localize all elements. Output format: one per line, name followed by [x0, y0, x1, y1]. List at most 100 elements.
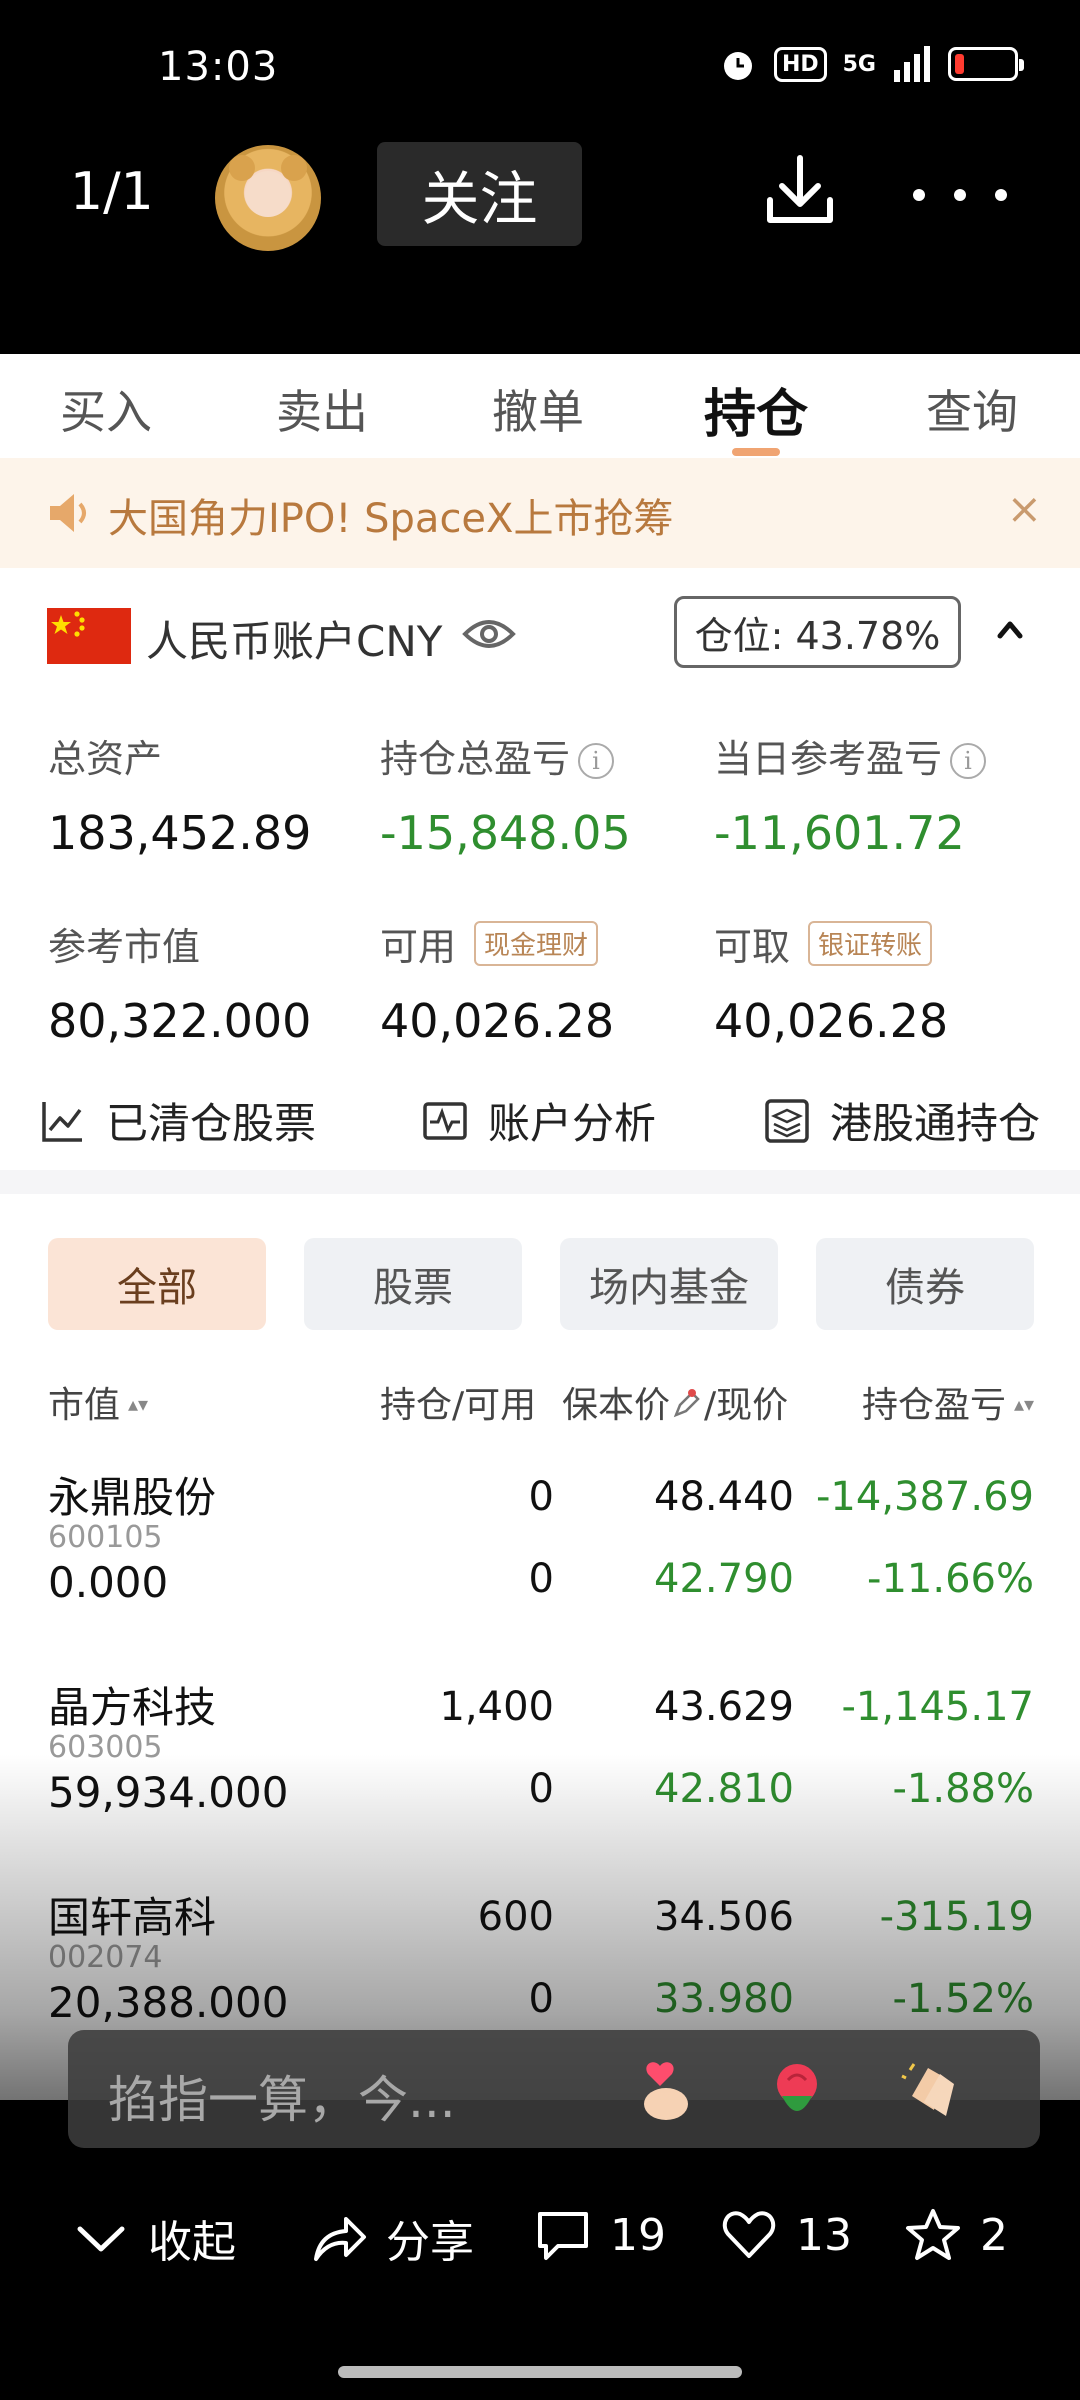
like-button[interactable]: 13 — [720, 2206, 852, 2264]
stock-market-value: 59,934.000 — [48, 1768, 289, 1817]
finger-heart-emoji-icon[interactable] — [630, 2056, 700, 2126]
position-ratio-badge: 仓位: 43.78% — [674, 596, 961, 668]
cleared-stocks-label: 已清仓股票 — [106, 1099, 317, 1148]
promo-banner[interactable]: 大国角力IPO! SpaceX上市抢筹 × — [0, 458, 1080, 568]
filter-all[interactable]: 全部 — [48, 1238, 266, 1330]
more-icon[interactable] — [912, 188, 1008, 202]
comment-bar[interactable]: 掐指一算，今... — [68, 2030, 1040, 2148]
header-pnl[interactable]: 持仓盈亏 ▴▾ — [862, 1376, 1034, 1428]
market-value-value: 80,322.000 — [48, 994, 312, 1048]
tab-indicator — [732, 448, 780, 456]
hk-connect-holdings-label: 港股通持仓 — [830, 1099, 1041, 1148]
filter-tabs: 全部 股票 场内基金 债券 — [0, 1238, 1080, 1330]
withdrawable-label-text: 可取 — [714, 925, 791, 969]
status-time: 13:03 — [158, 44, 279, 90]
stock-holding: 1,400 — [439, 1684, 554, 1730]
daily-pnl-value: -11,601.72 — [714, 806, 965, 860]
stock-available: 0 — [528, 1976, 554, 2022]
available-label-text: 可用 — [380, 925, 457, 969]
network-label: 5G — [842, 51, 876, 77]
collapse-button[interactable]: 收起 — [72, 2206, 236, 2270]
stock-name: 国轩高科 — [48, 1893, 217, 1942]
stock-code: 603005 — [48, 1730, 163, 1765]
stock-name: 晶方科技 — [48, 1683, 217, 1732]
page-counter: 1/1 — [70, 162, 154, 222]
download-icon[interactable] — [760, 150, 840, 230]
filter-etf[interactable]: 场内基金 — [560, 1238, 778, 1330]
eye-icon[interactable] — [462, 616, 516, 652]
holding-pnl-value: -15,848.05 — [380, 806, 631, 860]
withdrawable-value: 40,026.28 — [714, 994, 949, 1048]
account-analysis-label: 账户分析 — [488, 1099, 657, 1148]
stock-pnl-pct: -11.66% — [867, 1556, 1034, 1602]
stock-price: 42.790 — [654, 1556, 794, 1602]
header-market-value[interactable]: 市值 ▴▾ — [48, 1376, 148, 1428]
available-value: 40,026.28 — [380, 994, 615, 1048]
share-button[interactable]: 分享 — [310, 2206, 474, 2270]
likes-count: 13 — [796, 2209, 852, 2261]
comment-icon — [538, 2212, 588, 2260]
tab-positions[interactable]: 持仓 — [704, 372, 808, 447]
tab-query[interactable]: 查询 — [926, 376, 1018, 442]
stock-cost: 34.506 — [654, 1894, 794, 1940]
comment-input[interactable]: 掐指一算，今... — [108, 2060, 456, 2132]
stock-market-value: 20,388.000 — [48, 1978, 289, 2027]
favorite-button[interactable]: 2 — [904, 2206, 1008, 2264]
stock-holding: 600 — [477, 1894, 554, 1940]
line-chart-icon — [42, 1101, 82, 1142]
comments-button[interactable]: 19 — [534, 2206, 666, 2264]
avatar[interactable] — [215, 145, 321, 251]
sort-icon: ▴▾ — [128, 1392, 149, 1416]
bank-transfer-tag[interactable]: 银证转账 — [808, 921, 933, 966]
tab-cancel[interactable]: 撤单 — [492, 376, 584, 442]
info-icon[interactable]: i — [578, 743, 615, 779]
status-icons: HD 5G — [718, 44, 1024, 84]
account-row: 人民币账户CNY 仓位: 43.78% — [0, 586, 1080, 686]
share-label: 分享 — [386, 2217, 474, 2268]
stock-price: 33.980 — [654, 1976, 794, 2022]
stock-code: 002074 — [48, 1940, 163, 1975]
market-value-label: 参考市值 — [48, 925, 201, 969]
filter-stocks[interactable]: 股票 — [304, 1238, 522, 1330]
info-icon[interactable]: i — [950, 743, 987, 779]
holding-pnl-label: 持仓总盈亏 i — [380, 728, 615, 783]
header-holding-available: 持仓/可用 — [380, 1385, 537, 1426]
tab-sell[interactable]: 卖出 — [276, 376, 368, 442]
layers-icon — [765, 1098, 809, 1143]
cash-management-tag[interactable]: 现金理财 — [474, 921, 599, 966]
banner-text: 大国角力IPO! SpaceX上市抢筹 — [108, 496, 674, 542]
filter-bonds[interactable]: 债券 — [816, 1238, 1034, 1330]
edit-pencil-icon[interactable] — [670, 1387, 704, 1421]
cleared-stocks-button[interactable]: 已清仓股票 — [40, 1090, 316, 1151]
heart-icon — [722, 2211, 776, 2258]
header-cost-text: 保本价 — [562, 1385, 671, 1426]
comments-count: 19 — [610, 2209, 666, 2261]
screenshot-panel: 买入 卖出 撤单 持仓 查询 大国角力IPO! SpaceX上市抢筹 × 人民币… — [0, 354, 1080, 2100]
hk-connect-holdings-button[interactable]: 港股通持仓 — [764, 1090, 1040, 1151]
speaker-icon — [50, 494, 86, 532]
total-assets-value: 183,452.89 — [48, 806, 312, 860]
banner-close-button[interactable]: × — [1007, 484, 1042, 533]
section-divider — [0, 1170, 1080, 1194]
hd-badge: HD — [773, 46, 827, 82]
daily-pnl-label-text: 当日参考盈亏 — [714, 737, 943, 781]
header-pnl-text: 持仓盈亏 — [862, 1385, 1007, 1426]
clapping-hands-emoji-icon[interactable] — [898, 2056, 968, 2126]
pulse-monitor-icon — [423, 1101, 467, 1140]
alarm-icon — [723, 52, 752, 80]
account-analysis-button[interactable]: 账户分析 — [422, 1090, 656, 1151]
rose-emoji-icon[interactable] — [762, 2056, 832, 2126]
home-indicator[interactable] — [338, 2366, 742, 2378]
table-row[interactable]: 晶方科技 603005 59,934.000 1,400 0 43.629 42… — [0, 1670, 1080, 1880]
account-label: 人民币账户CNY — [146, 617, 443, 666]
follow-button[interactable]: 关注 — [377, 142, 582, 246]
stock-pnl: -315.19 — [879, 1894, 1034, 1940]
chevron-up-icon[interactable] — [994, 614, 1026, 646]
stock-name: 永鼎股份 — [48, 1473, 217, 1522]
tab-buy[interactable]: 买入 — [60, 376, 152, 442]
china-flag-icon — [47, 608, 131, 664]
table-row[interactable]: 永鼎股份 600105 0.000 0 0 48.440 42.790 -14,… — [0, 1460, 1080, 1670]
sort-icon: ▴▾ — [1014, 1392, 1035, 1416]
chevron-down-icon — [77, 2226, 125, 2252]
daily-pnl-label: 当日参考盈亏 i — [714, 728, 987, 783]
